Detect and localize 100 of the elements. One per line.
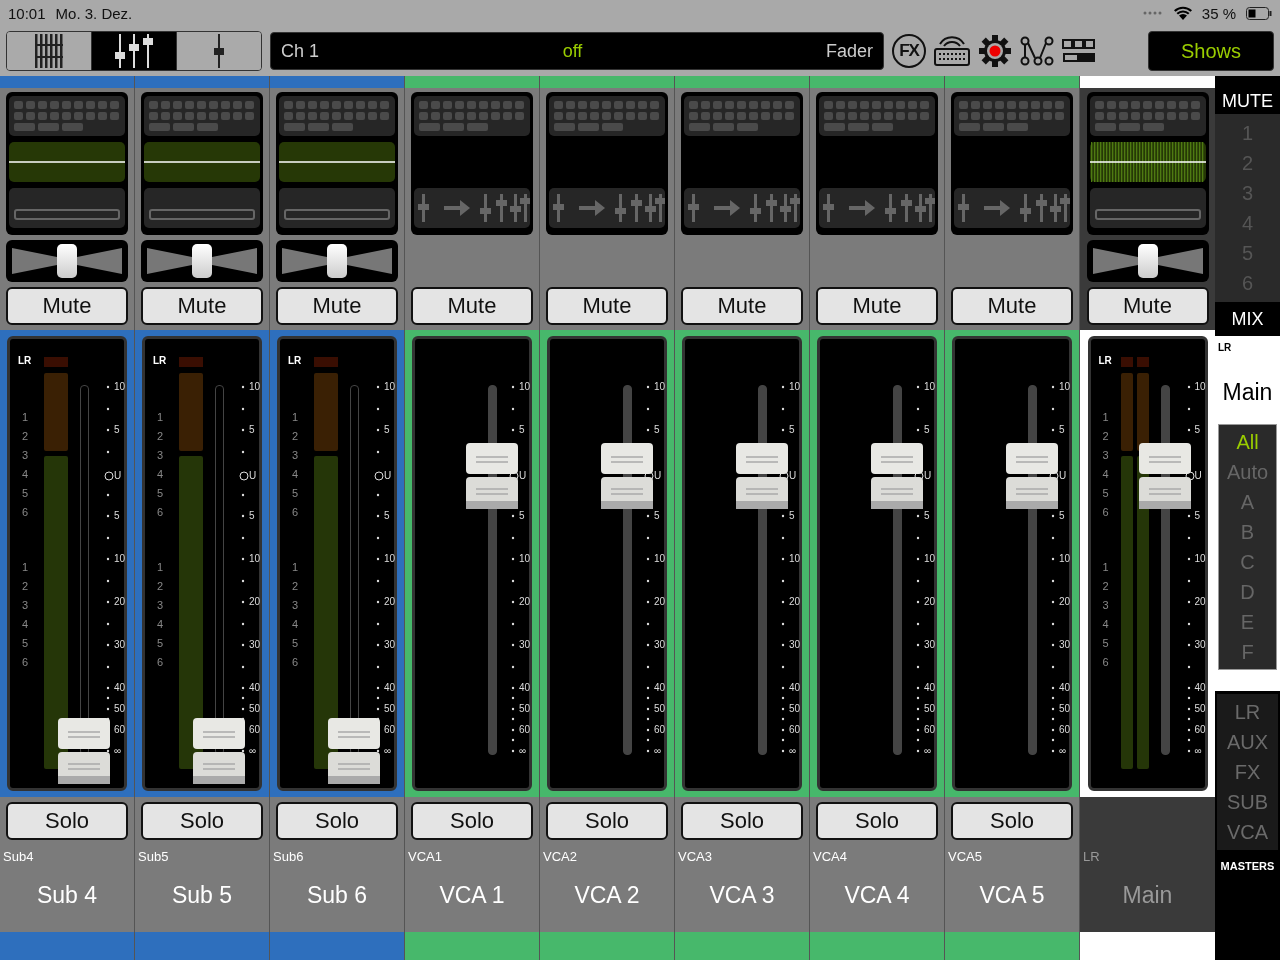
solo-button[interactable]: Solo bbox=[6, 802, 128, 840]
scale-label: 5 bbox=[249, 510, 255, 522]
mute-button[interactable]: Mute bbox=[411, 287, 533, 325]
shows-button[interactable]: Shows bbox=[1148, 31, 1274, 71]
scale-label: 5 bbox=[1194, 424, 1201, 436]
solo-button[interactable]: Solo bbox=[816, 802, 938, 840]
settings-icon[interactable] bbox=[978, 34, 1012, 68]
scale-label: 10 bbox=[789, 553, 801, 565]
mute-button[interactable]: Mute bbox=[6, 287, 128, 325]
scale-label: 60 bbox=[519, 724, 531, 736]
meter-scale-label: 2 bbox=[22, 430, 29, 442]
mute-button[interactable]: Mute bbox=[1086, 287, 1209, 325]
scale-label: 30 bbox=[519, 639, 531, 651]
scale-label: 40 bbox=[384, 682, 396, 694]
channel-short-label: VCA2 bbox=[543, 849, 577, 865]
scale-label: U bbox=[114, 470, 122, 482]
pan-thumb[interactable] bbox=[57, 244, 77, 278]
mute-button[interactable]: Mute bbox=[546, 287, 668, 325]
vca-assign-icon bbox=[819, 188, 935, 228]
solo-button[interactable]: Solo bbox=[411, 802, 533, 840]
meter-scale-label: 6 bbox=[1102, 656, 1109, 668]
fader-thumb[interactable] bbox=[1006, 443, 1058, 510]
pan-slider[interactable] bbox=[141, 240, 263, 282]
fader-track[interactable] bbox=[80, 385, 89, 755]
fader-thumb[interactable] bbox=[736, 443, 788, 510]
meter-scale-label: 5 bbox=[1102, 487, 1109, 499]
scale-label: 10 bbox=[114, 381, 126, 393]
fader-thumb[interactable] bbox=[1138, 443, 1191, 510]
scale-label: 5 bbox=[924, 424, 930, 436]
fader-thumb[interactable] bbox=[58, 718, 110, 784]
channel-name: VCA 4 bbox=[844, 882, 910, 910]
channel-short-label: Sub4 bbox=[3, 849, 34, 865]
mix-short-label: LR bbox=[1218, 342, 1233, 353]
scale-label: 20 bbox=[924, 596, 936, 608]
status-time: 10:01 bbox=[8, 4, 46, 22]
mute-button[interactable]: Mute bbox=[276, 287, 398, 325]
fader-thumb[interactable] bbox=[871, 443, 923, 510]
solo-button[interactable]: Solo bbox=[681, 802, 803, 840]
scale-label: 10 bbox=[924, 381, 936, 393]
meter-label: LR bbox=[153, 355, 167, 366]
meter-scale-label: 1 bbox=[1102, 411, 1109, 423]
solo-button[interactable]: Solo bbox=[546, 802, 668, 840]
pan-slider[interactable] bbox=[1086, 240, 1209, 282]
scale-label: 20 bbox=[384, 596, 396, 608]
battery-percent: 35 % bbox=[1201, 4, 1236, 22]
pan-thumb[interactable] bbox=[192, 244, 212, 278]
scale-label: 5 bbox=[1059, 424, 1065, 436]
pan-slider[interactable] bbox=[276, 240, 398, 282]
fader-thumb[interactable] bbox=[328, 718, 380, 784]
fx-button[interactable]: FX bbox=[892, 34, 926, 68]
keyboard-icon[interactable] bbox=[934, 36, 970, 66]
scale-label: U bbox=[654, 470, 662, 482]
pan-thumb[interactable] bbox=[327, 244, 347, 278]
scale-label: ∞ bbox=[249, 745, 257, 757]
meter-scale-label: 1 bbox=[292, 561, 299, 573]
scale-label: 50 bbox=[654, 703, 666, 715]
scale-label: U bbox=[519, 470, 527, 482]
fader-track[interactable] bbox=[350, 385, 359, 755]
scale-label: 20 bbox=[114, 596, 126, 608]
view-tab[interactable] bbox=[7, 32, 92, 70]
solo-button[interactable]: Solo bbox=[276, 802, 398, 840]
wifi-icon bbox=[1173, 6, 1192, 20]
solo-button[interactable]: Solo bbox=[951, 802, 1073, 840]
meter-scale-label: 2 bbox=[157, 430, 164, 442]
section-title: MUTE bbox=[1221, 90, 1274, 113]
scale-label: 10 bbox=[114, 553, 126, 565]
scale-label: 50 bbox=[384, 703, 396, 715]
mute-button[interactable]: Mute bbox=[816, 287, 938, 325]
channel-short-label: Sub6 bbox=[273, 849, 304, 865]
view-tab[interactable] bbox=[92, 32, 177, 70]
mute-button[interactable]: Mute bbox=[141, 287, 263, 325]
meter-scale-label: 5 bbox=[22, 637, 29, 649]
pan-slider[interactable] bbox=[6, 240, 128, 282]
vca-assign-icon bbox=[414, 188, 530, 228]
signal-dots-icon bbox=[1141, 11, 1164, 15]
routing-icon[interactable] bbox=[1020, 36, 1054, 66]
fader-thumb[interactable] bbox=[193, 718, 245, 784]
meter-scale-label: 1 bbox=[1102, 561, 1109, 573]
scale-label: 10 bbox=[789, 381, 801, 393]
fader-track[interactable] bbox=[215, 385, 224, 755]
pan-thumb[interactable] bbox=[1137, 244, 1158, 278]
scale-label: 10 bbox=[519, 553, 531, 565]
scale-label: 60 bbox=[1194, 724, 1206, 736]
meter-scale-label: 5 bbox=[292, 637, 299, 649]
fader-thumb[interactable] bbox=[601, 443, 653, 510]
channel-name: Main bbox=[1122, 882, 1173, 910]
meter-scale-label: 3 bbox=[157, 599, 164, 611]
faders-icon bbox=[114, 34, 154, 68]
filter-item[interactable]: All bbox=[1219, 427, 1276, 457]
scale-label: U bbox=[789, 470, 797, 482]
mute-button[interactable]: Mute bbox=[951, 287, 1073, 325]
grid-icon[interactable] bbox=[1062, 39, 1096, 63]
mute-button[interactable]: Mute bbox=[681, 287, 803, 325]
fader-thumb[interactable] bbox=[466, 443, 518, 510]
channel-name: Sub 6 bbox=[306, 882, 368, 910]
scale-label: 60 bbox=[114, 724, 126, 736]
masters-title: MASTERS bbox=[1219, 860, 1276, 872]
solo-button[interactable]: Solo bbox=[141, 802, 263, 840]
scale-label: 10 bbox=[1059, 381, 1071, 393]
meter-scale-label: 5 bbox=[157, 487, 164, 499]
